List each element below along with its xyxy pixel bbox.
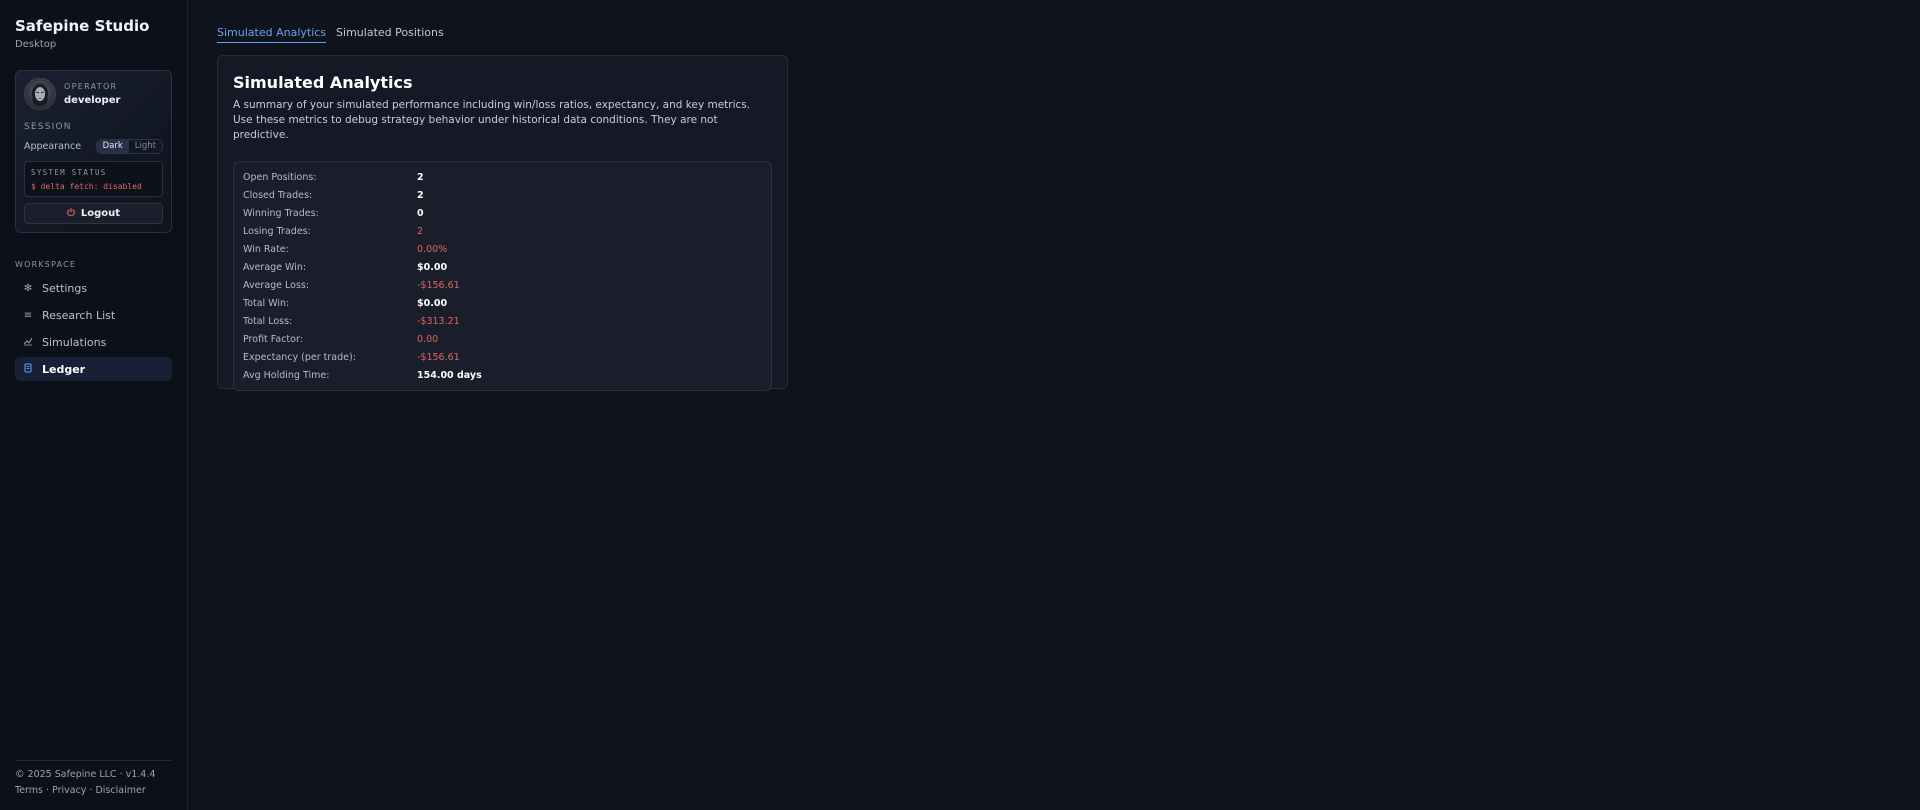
metric-value: -$156.61 [417,279,460,291]
metric-label: Avg Holding Time: [243,369,330,381]
metric-row: Total Loss: -$313.21 [243,312,762,330]
metric-row: Losing Trades: 2 [243,222,762,240]
sidebar-item-research-list[interactable]: ≡ Research List [15,303,172,327]
book-icon [22,363,34,376]
app-root: Safepine Studio Desktop OPERATOR develop… [0,0,1920,810]
metric-label: Average Loss: [243,279,310,291]
sidebar-item-label: Simulations [42,335,107,349]
tab-bar: Simulated Analytics Simulated Positions [217,26,1920,43]
metric-value: 2 [417,171,424,183]
session-label: SESSION [24,122,72,132]
metric-label: Open Positions: [243,171,317,183]
metric-row: Open Positions: 2 [243,168,762,186]
metric-value: 154.00 days [417,369,482,381]
metric-row: Expectancy (per trade): -$156.61 [243,348,762,366]
user-header: OPERATOR developer [24,78,163,110]
tab-simulated-positions[interactable]: Simulated Positions [336,26,444,43]
panel-title: Simulated Analytics [233,73,413,92]
metric-row: Average Loss: -$156.61 [243,276,762,294]
appearance-row: Appearance Dark Light [24,139,163,154]
metric-value: 0 [417,207,424,219]
workspace-nav: ✻ Settings ≡ Research List Simulations L… [15,276,172,381]
metric-row: Closed Trades: 2 [243,186,762,204]
metric-label: Total Loss: [243,315,293,327]
avatar[interactable] [24,78,56,110]
brand-title: Safepine Studio [15,17,150,35]
user-meta: OPERATOR developer [64,82,120,106]
sidebar-footer: © 2025 Safepine LLC · v1.4.4 Terms · Pri… [15,760,172,799]
metric-value: $0.00 [417,261,448,273]
avatar-face-icon [32,83,48,106]
power-icon: ⏻ [66,208,75,219]
metric-value: -$156.61 [417,351,460,363]
operator-label: OPERATOR [64,82,118,91]
metric-label: Win Rate: [243,243,289,255]
footer-links[interactable]: Terms · Privacy · Disclaimer [15,783,172,799]
metric-label: Losing Trades: [243,225,311,237]
appearance-dark-option[interactable]: Dark [96,140,129,153]
gear-icon: ✻ [23,282,33,294]
metric-value: 0.00 [417,333,439,345]
system-status-line: $ delta fetch: disabled [31,182,142,191]
system-status-label: SYSTEM STATUS [31,168,107,177]
appearance-label: Appearance [24,141,82,152]
metric-row: Avg Holding Time: 154.00 days [243,366,762,384]
metric-label: Expectancy (per trade): [243,351,356,363]
sidebar: Safepine Studio Desktop OPERATOR develop… [0,0,188,810]
panel-description: A summary of your simulated performance … [233,99,751,141]
metric-label: Profit Factor: [243,333,303,345]
brand-subtitle: Desktop [15,39,57,50]
operator-name: developer [64,95,121,106]
metric-label: Total Win: [243,297,290,309]
sidebar-item-ledger[interactable]: Ledger [15,357,172,381]
list-icon: ≡ [23,309,33,321]
metric-label: Average Win: [243,261,307,273]
metric-row: Winning Trades: 0 [243,204,762,222]
metrics-table: Open Positions: 2 Closed Trades: 2 Winning T… [233,161,772,391]
metric-row: Win Rate: 0.00% [243,240,762,258]
metric-row: Profit Factor: 0.00 [243,330,762,348]
metric-row: Average Win: $0.00 [243,258,762,276]
metric-value: $0.00 [417,297,448,309]
logout-label: Logout [80,208,121,219]
metric-value: 0.00% [417,243,448,255]
workspace-label: WORKSPACE [15,260,77,269]
system-status-box: SYSTEM STATUS $ delta fetch: disabled [24,161,163,197]
appearance-light-option[interactable]: Light [129,140,162,153]
chart-icon [22,336,34,349]
sidebar-item-simulations[interactable]: Simulations [15,330,172,354]
main-content: Simulated Analytics Simulated Positions … [188,0,1920,810]
logout-button[interactable]: ⏻ Logout [24,203,163,224]
metric-value: 2 [417,225,424,237]
sidebar-item-label: Settings [42,281,88,295]
metric-row: Total Win: $0.00 [243,294,762,312]
metric-value: 2 [417,189,424,201]
tab-simulated-analytics[interactable]: Simulated Analytics [217,26,327,43]
sidebar-item-label: Ledger [42,362,86,376]
copyright-text: © 2025 Safepine LLC · v1.4.4 [15,769,156,780]
metric-value: -$313.21 [417,315,460,327]
sidebar-item-settings[interactable]: ✻ Settings [15,276,172,300]
user-card: OPERATOR developer SESSION Appearance Da… [15,70,172,233]
appearance-toggle[interactable]: Dark Light [95,139,163,154]
metric-label: Closed Trades: [243,189,313,201]
metric-label: Winning Trades: [243,207,319,219]
analytics-panel: Simulated Analytics A summary of your si… [217,55,788,391]
sidebar-item-label: Research List [42,308,116,322]
